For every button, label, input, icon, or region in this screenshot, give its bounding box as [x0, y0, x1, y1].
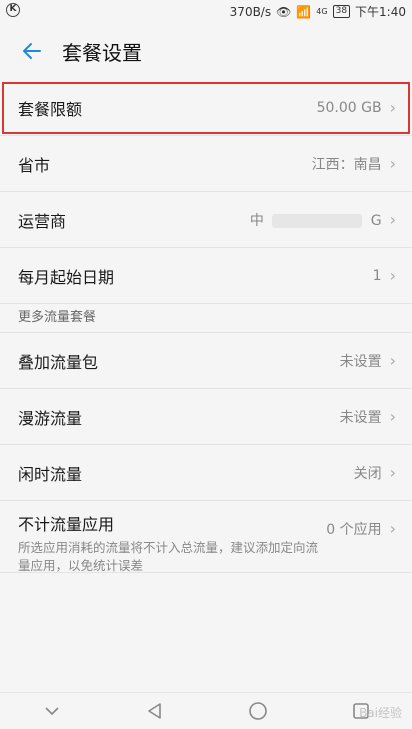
chevron-right-icon: › [389, 266, 396, 285]
chevron-down-icon [44, 707, 59, 716]
row-label: 闲时流量 [18, 464, 83, 484]
row-value: 关闭 [353, 465, 382, 482]
chevron-right-icon: › [389, 98, 396, 117]
settings-list: 套餐限额 50.00 GB › 省市 江西：南昌 › 运营商 中 G › 每月起… [0, 80, 412, 573]
network-speed: 370B/s [229, 4, 272, 19]
home-nav-button[interactable] [243, 696, 273, 726]
row-value: 未设置 [339, 353, 382, 370]
row-province-city[interactable]: 省市 江西：南昌 › [0, 136, 412, 192]
app-header: 套餐设置 [0, 22, 412, 80]
circle-home-icon [248, 702, 267, 720]
chevron-right-icon: › [389, 351, 396, 370]
status-bar: K 370B/s 👁 📶 4G 38 下午1:40 [0, 0, 412, 22]
row-label: 每月起始日期 [18, 267, 115, 287]
system-nav-bar [0, 692, 412, 729]
section-header-more-plans: 更多流量套餐 [0, 304, 412, 333]
row-label: 不计流量应用 [18, 515, 115, 534]
row-value: 江西：南昌 [311, 156, 382, 173]
row-value: 未设置 [339, 409, 382, 426]
row-label-wrap: 不计流量应用 所选应用消耗的流量将不计入总流量，建议添加定向流量应用，以免统计误… [18, 511, 326, 575]
chevron-right-icon: › [389, 407, 396, 426]
row-label: 套餐限额 [18, 99, 83, 119]
chevron-right-icon: › [389, 519, 396, 538]
clock: 下午1:40 [355, 5, 406, 19]
status-right: 370B/s 👁 📶 4G 38 下午1:40 [230, 3, 406, 20]
row-idle-data[interactable]: 闲时流量 关闭 › [0, 445, 412, 501]
carrier-prefix: 中 [249, 212, 264, 229]
row-value: 1 [372, 267, 382, 284]
carrier-suffix: G [370, 212, 382, 229]
row-label: 叠加流量包 [18, 352, 99, 372]
row-addon-package[interactable]: 叠加流量包 未设置 › [0, 333, 412, 389]
row-label: 运营商 [18, 211, 67, 231]
row-label: 省市 [18, 155, 51, 175]
battery-icon: 38 [332, 5, 351, 18]
row-exempt-apps[interactable]: 不计流量应用 所选应用消耗的流量将不计入总流量，建议添加定向流量应用，以免统计误… [0, 501, 412, 573]
row-value: 中 G [250, 210, 382, 230]
chevron-right-icon: › [389, 210, 396, 229]
hide-nav-button[interactable] [37, 696, 67, 726]
back-nav-button[interactable] [140, 696, 170, 726]
row-value: 50.00 GB [316, 99, 382, 116]
chevron-right-icon: › [389, 463, 396, 482]
back-button[interactable] [12, 31, 52, 71]
redacted-block [272, 213, 363, 228]
row-roaming-data[interactable]: 漫游流量 未设置 › [0, 389, 412, 445]
row-monthly-start-date[interactable]: 每月起始日期 1 › [0, 248, 412, 304]
arrow-left-icon [23, 43, 41, 59]
app-notification-icon: K [6, 3, 20, 17]
row-description: 所选应用消耗的流量将不计入总流量，建议添加定向流量应用，以免统计误差 [18, 540, 319, 573]
row-carrier[interactable]: 运营商 中 G › [0, 192, 412, 248]
signal-label: 4G [316, 7, 328, 16]
chevron-right-icon: › [389, 154, 396, 173]
eye-icon: 👁 [276, 4, 292, 19]
wifi-icon: 📶 [296, 4, 312, 19]
row-label: 漫游流量 [18, 408, 83, 428]
watermark-logo: Bai经验 [359, 706, 402, 720]
row-plan-limit[interactable]: 套餐限额 50.00 GB › [0, 80, 412, 136]
row-value: 0 个应用 [326, 522, 382, 538]
triangle-back-icon [147, 703, 161, 719]
page-title: 套餐设置 [62, 40, 142, 65]
